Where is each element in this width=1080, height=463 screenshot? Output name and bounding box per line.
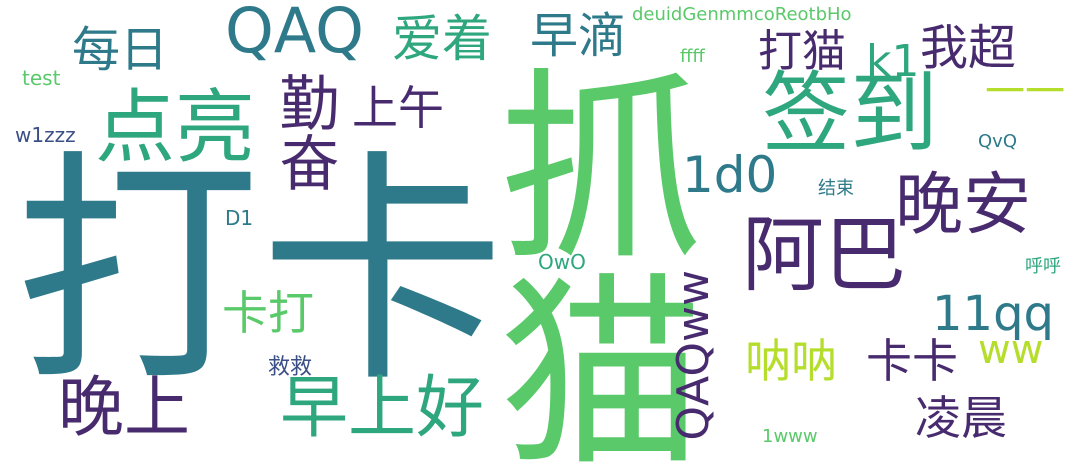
word-owo: OwO <box>538 250 586 274</box>
word-cloud: 打卡 抓猫 签到 点亮 阿巴 晚安 早上好 晚上 QAQ 每日 爱着 早滴 打猫… <box>0 0 1080 463</box>
word-wanan: 晚安 <box>895 166 1032 245</box>
word-qaqww: QAQww <box>668 270 719 441</box>
word-damao: 打猫 <box>758 26 846 77</box>
word-test: test <box>22 66 61 90</box>
word-deuid: deuidGenmmcoReotbHo <box>632 4 852 25</box>
word-ww: ww <box>978 327 1044 373</box>
word-kaka: 卡卡 <box>866 334 958 388</box>
word-afu: 阿巴 <box>742 208 907 303</box>
word-jiejiu: 救救 <box>268 355 313 380</box>
word-lingchen: 凌晨 <box>915 391 1007 445</box>
word-w1zzz: w1zzz <box>15 123 76 147</box>
word-1d0: 1d0 <box>682 146 778 204</box>
word-qvq: QvQ <box>978 131 1017 152</box>
word-huhu: 呼呼 <box>1025 256 1061 277</box>
word-d1: D1 <box>225 206 254 230</box>
word-nana: 呐呐 <box>745 334 837 388</box>
word-shangwu: 上午 <box>352 81 444 135</box>
word-zaodi: 早滴 <box>530 8 627 64</box>
word-aizhe: 爱着 <box>392 10 492 68</box>
word-dianliang: 点亮 <box>95 81 255 174</box>
word-kada: 卡打 <box>222 286 314 340</box>
word-1www: 1www <box>762 426 818 447</box>
word-wochao: 我超 <box>920 20 1017 76</box>
word-jieshu: 结束 <box>818 178 854 199</box>
word-yiyi: 一一 <box>985 69 1065 115</box>
word-wanshang: 晚上 <box>58 369 190 446</box>
word-daka: 打卡 <box>15 130 505 415</box>
word-meiri: 每日 <box>72 22 169 78</box>
word-zaoshanghao: 早上好 <box>280 369 485 448</box>
word-k1: k1 <box>866 36 920 87</box>
word-qaq: QAQ <box>225 0 364 67</box>
word-ffff: ffff <box>680 46 705 67</box>
word-qiangwen: 勤奋 <box>269 72 339 192</box>
